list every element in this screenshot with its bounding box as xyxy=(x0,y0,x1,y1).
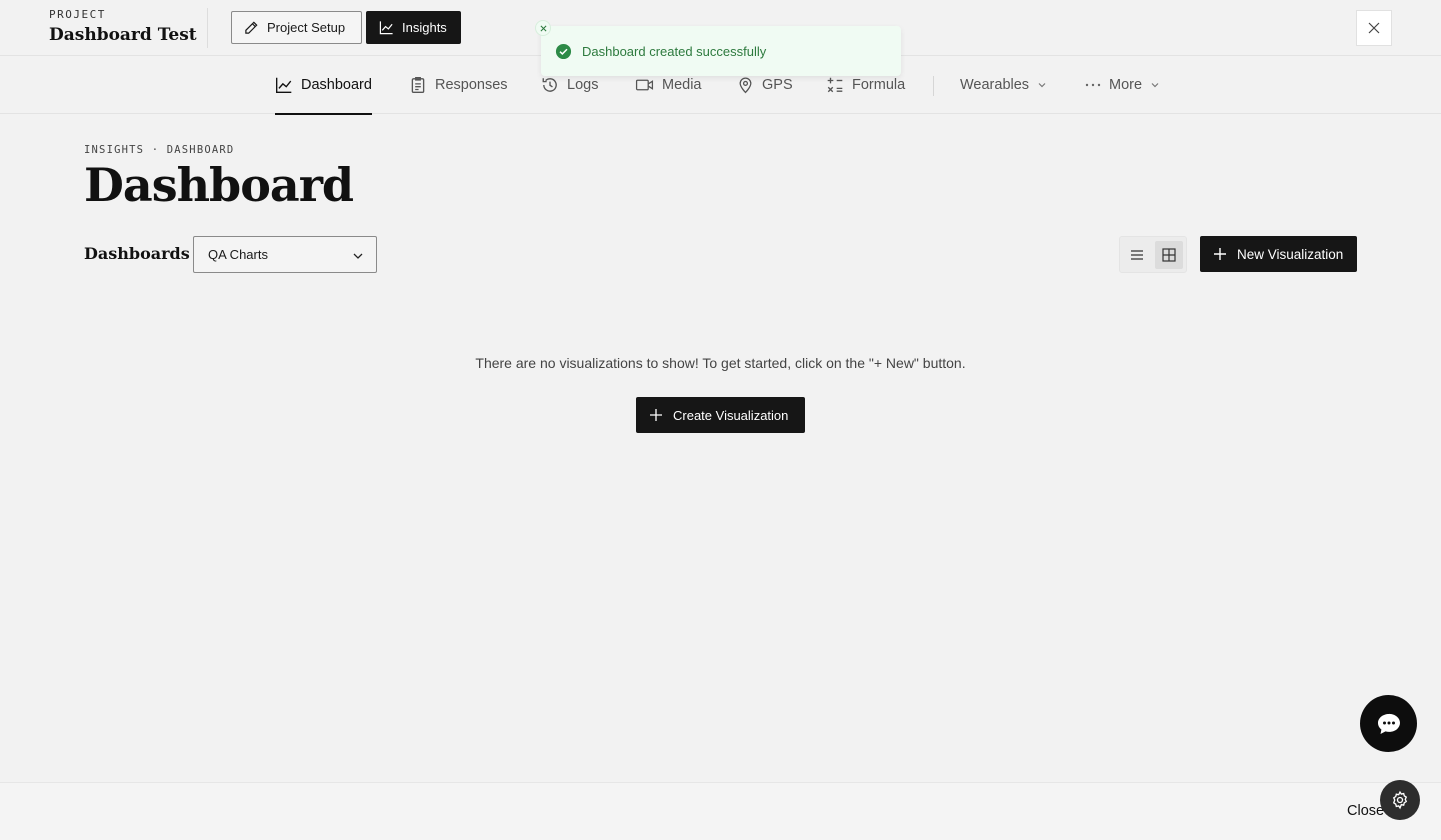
plus-icon xyxy=(1214,248,1226,260)
success-toast: Dashboard created successfully xyxy=(535,20,901,76)
footer-bar xyxy=(0,782,1441,840)
pencil-icon xyxy=(245,21,258,34)
dashboards-label: Dashboards xyxy=(84,244,190,263)
view-toggle xyxy=(1119,236,1187,273)
chat-button[interactable] xyxy=(1360,695,1417,752)
insights-label: Insights xyxy=(402,20,447,35)
tab-gps-label: GPS xyxy=(762,77,793,93)
plus-icon xyxy=(650,409,662,421)
tab-wearables-label: Wearables xyxy=(960,77,1030,93)
map-pin-icon xyxy=(739,77,752,94)
project-title: Dashboard Test xyxy=(49,25,197,45)
clipboard-icon xyxy=(411,77,425,93)
header-divider xyxy=(207,8,208,48)
tab-more-label: More xyxy=(1109,77,1143,93)
nav-divider xyxy=(933,76,934,96)
tab-responses-label: Responses xyxy=(435,77,508,93)
tab-dashboard-label: Dashboard xyxy=(301,77,372,93)
history-icon xyxy=(542,78,557,92)
grid-icon xyxy=(1162,248,1176,262)
tab-more[interactable]: More xyxy=(1085,56,1160,114)
chat-icon xyxy=(1377,713,1400,734)
close-icon xyxy=(1368,22,1380,34)
new-visualization-label: New Visualization xyxy=(1237,246,1344,262)
project-setup-label: Project Setup xyxy=(267,20,346,35)
close-window-button[interactable] xyxy=(1356,10,1392,46)
create-visualization-button[interactable]: Create Visualization xyxy=(636,397,805,433)
tab-dashboard[interactable]: Dashboard xyxy=(275,56,372,115)
list-view-button[interactable] xyxy=(1123,241,1151,269)
video-icon xyxy=(635,79,654,91)
toast-message: Dashboard created successfully xyxy=(582,43,767,59)
page-title: Dashboard xyxy=(84,158,354,212)
empty-state-message: There are no visualizations to show! To … xyxy=(475,355,966,371)
chevron-down-icon xyxy=(353,253,363,259)
new-visualization-button[interactable]: New Visualization xyxy=(1200,236,1357,272)
check-circle-icon xyxy=(555,43,572,59)
project-setup-button[interactable]: Project Setup xyxy=(231,11,362,44)
settings-button[interactable] xyxy=(1380,780,1420,820)
project-kicker: PROJECT xyxy=(49,8,106,21)
project-info: PROJECT Dashboard Test xyxy=(49,8,197,45)
chevron-down-icon xyxy=(1038,83,1046,88)
calculator-icon xyxy=(827,77,843,93)
line-chart-icon xyxy=(379,21,393,35)
chevron-down-icon xyxy=(1151,83,1159,88)
insights-button[interactable]: Insights xyxy=(366,11,461,44)
footer-close-button[interactable]: Close xyxy=(1347,803,1384,819)
tab-responses[interactable]: Responses xyxy=(409,56,508,114)
more-dots-icon xyxy=(1085,83,1101,87)
grid-view-button[interactable] xyxy=(1155,241,1183,269)
create-visualization-label: Create Visualization xyxy=(673,407,789,423)
gear-icon xyxy=(1392,790,1408,810)
tab-formula-label: Formula xyxy=(852,77,906,93)
tab-logs-label: Logs xyxy=(567,77,599,93)
breadcrumb: INSIGHTS · DASHBOARD xyxy=(84,144,235,156)
tab-wearables[interactable]: Wearables xyxy=(960,56,1047,114)
dashboard-select[interactable]: QA Charts xyxy=(193,236,377,273)
toast-close-button[interactable] xyxy=(535,20,551,36)
line-chart-icon xyxy=(276,77,292,93)
list-icon xyxy=(1131,250,1143,260)
tab-media-label: Media xyxy=(662,77,702,93)
close-icon xyxy=(540,25,546,31)
dashboard-select-value: QA Charts xyxy=(208,247,268,262)
